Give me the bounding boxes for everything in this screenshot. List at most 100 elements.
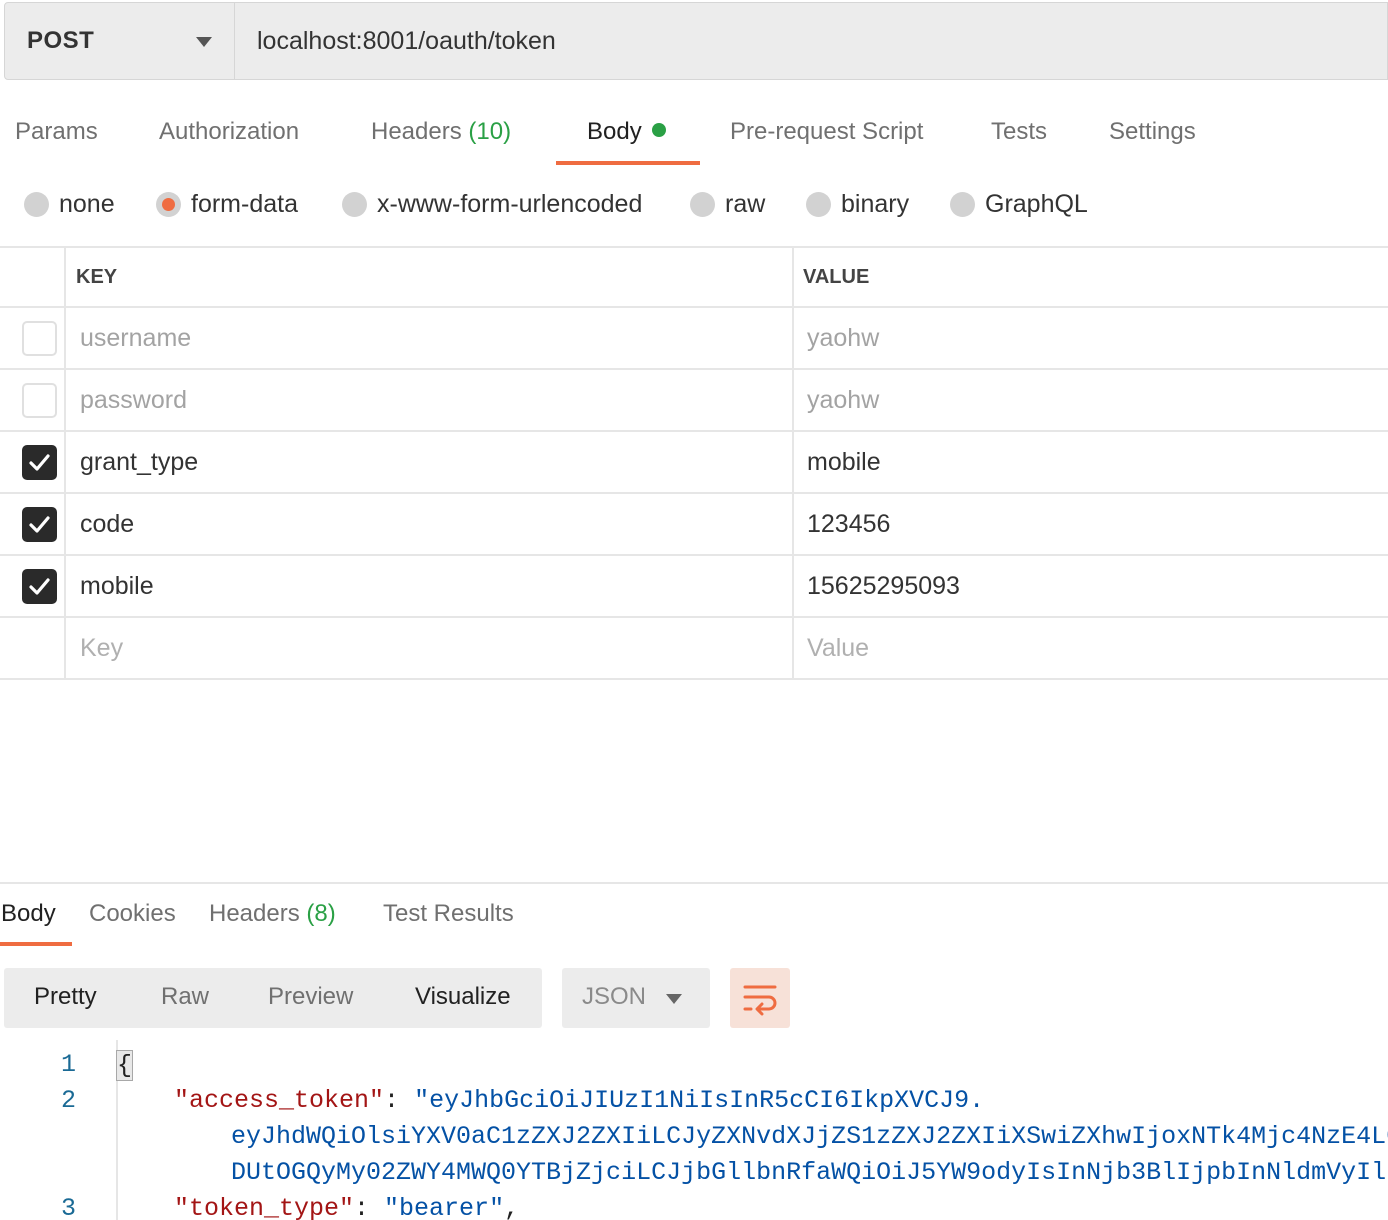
tab-body[interactable]: Body	[587, 118, 666, 146]
row-check-cell	[0, 618, 66, 678]
method-label: POST	[27, 27, 95, 54]
table-row: mobile 15625295093	[0, 556, 1388, 618]
value-input[interactable]: 123456	[794, 494, 1388, 554]
key-input[interactable]: mobile	[66, 556, 794, 616]
response-active-tab-indicator	[0, 942, 72, 946]
format-select[interactable]: JSON	[562, 968, 710, 1028]
row-check-cell	[0, 308, 66, 368]
table-row: password yaohw	[0, 370, 1388, 432]
json-string-continuation: DUtOGQyMy02ZWY4MWQ0YTBjZjciLCJjbGllbnRfa…	[231, 1158, 1388, 1187]
new-value-input[interactable]: Value	[794, 618, 1388, 678]
value-input[interactable]: yaohw	[794, 308, 1388, 368]
line-number: 2	[60, 1086, 76, 1115]
response-tab-body[interactable]: Body	[1, 900, 56, 928]
radio-form-data[interactable]: form-data	[156, 190, 298, 219]
new-key-input[interactable]: Key	[66, 618, 794, 678]
view-mode-group: Pretty Raw Preview Visualize	[4, 968, 542, 1028]
tab-pre-request-script[interactable]: Pre-request Script	[730, 118, 923, 146]
line-number: 3	[60, 1194, 76, 1220]
key-input[interactable]: code	[66, 494, 794, 554]
header-check-cell	[0, 248, 66, 306]
tab-label: Headers	[209, 900, 300, 927]
radio-circle-icon	[690, 192, 715, 217]
json-key: "token_type"	[174, 1194, 355, 1220]
tab-label: Pre-request Script	[730, 118, 924, 145]
form-data-table: KEY VALUE username yaohw password yaohw …	[0, 246, 1388, 680]
radio-none[interactable]: none	[24, 190, 115, 219]
value-input[interactable]: yaohw	[794, 370, 1388, 430]
json-key: "access_token"	[174, 1086, 385, 1115]
table-header-row: KEY VALUE	[0, 246, 1388, 308]
table-row: username yaohw	[0, 308, 1388, 370]
key-input[interactable]: username	[66, 308, 794, 368]
radio-circle-icon	[24, 192, 49, 217]
active-tab-indicator	[556, 161, 700, 165]
chevron-down-icon	[666, 994, 682, 1004]
row-check-cell	[0, 494, 66, 554]
value-input[interactable]: mobile	[794, 432, 1388, 492]
line-number: 1	[60, 1050, 76, 1079]
request-url-bar: POST localhost:8001/oauth/token	[4, 2, 1388, 80]
radio-label: none	[59, 190, 115, 218]
json-string: "bearer"	[384, 1194, 505, 1220]
tab-label: Test Results	[383, 900, 514, 927]
wrap-lines-icon	[743, 985, 777, 1016]
radio-label: GraphQL	[985, 190, 1088, 218]
key-input[interactable]: password	[66, 370, 794, 430]
tab-authorization[interactable]: Authorization	[159, 118, 299, 146]
view-preview-button[interactable]: Preview	[268, 983, 353, 1011]
request-tabs: Params Authorization Headers (10) Body P…	[0, 104, 1388, 166]
radio-x-www-form-urlencoded[interactable]: x-www-form-urlencoded	[342, 190, 642, 219]
tab-label: Headers	[371, 118, 462, 145]
tab-tests[interactable]: Tests	[991, 118, 1047, 146]
code-line-access-token: "access_token": "eyJhbGciOiJIUzI1NiIsInR…	[174, 1086, 985, 1115]
url-input[interactable]: localhost:8001/oauth/token	[235, 3, 1387, 79]
tab-settings[interactable]: Settings	[1109, 118, 1196, 146]
chevron-down-icon	[196, 37, 212, 47]
row-check-cell	[0, 432, 66, 492]
tab-label: Settings	[1109, 118, 1196, 145]
tab-label: Tests	[991, 118, 1048, 145]
row-checkbox[interactable]	[22, 569, 57, 604]
view-raw-button[interactable]: Raw	[161, 983, 209, 1011]
view-pretty-button[interactable]: Pretty	[34, 983, 97, 1011]
tab-label: Body	[587, 118, 642, 145]
row-checkbox[interactable]	[22, 445, 57, 480]
table-row: code 123456	[0, 494, 1388, 556]
radio-label: x-www-form-urlencoded	[377, 190, 643, 218]
wrap-lines-button[interactable]	[730, 968, 790, 1028]
json-string-continuation: eyJhdWQiOlsiYXV0aC1zZXJ2ZXIiLCJyZXNvdXJj…	[231, 1122, 1388, 1151]
table-row-new: Key Value	[0, 618, 1388, 680]
response-tab-cookies[interactable]: Cookies	[89, 900, 176, 928]
format-label: JSON	[582, 983, 647, 1010]
response-tab-headers[interactable]: Headers (8)	[209, 900, 336, 928]
method-select[interactable]: POST	[5, 3, 235, 79]
json-string: "eyJhbGciOiJIUzI1NiIsInR5cCI6IkpXVCJ9.	[414, 1086, 985, 1115]
radio-checked-icon	[156, 192, 181, 217]
response-headers-count-badge: (8)	[306, 900, 336, 927]
radio-graphql[interactable]: GraphQL	[950, 190, 1088, 219]
radio-circle-icon	[806, 192, 831, 217]
key-input[interactable]: grant_type	[66, 432, 794, 492]
tab-headers[interactable]: Headers (10)	[371, 118, 511, 146]
radio-raw[interactable]: raw	[690, 190, 765, 219]
radio-binary[interactable]: binary	[806, 190, 909, 219]
row-checkbox[interactable]	[22, 507, 57, 542]
row-check-cell	[0, 370, 66, 430]
row-checkbox[interactable]	[22, 383, 57, 418]
column-header-value: VALUE	[803, 265, 870, 288]
tab-params[interactable]: Params	[15, 118, 98, 146]
radio-circle-icon	[342, 192, 367, 217]
radio-label: binary	[841, 190, 910, 218]
body-type-radio-group: none form-data x-www-form-urlencoded raw…	[0, 186, 1388, 230]
response-divider	[0, 882, 1388, 884]
view-visualize-button[interactable]: Visualize	[415, 983, 511, 1011]
response-tab-test-results[interactable]: Test Results	[383, 900, 514, 928]
check-icon	[29, 578, 50, 595]
row-checkbox[interactable]	[22, 321, 57, 356]
tab-label: Authorization	[159, 118, 300, 145]
tab-label: Params	[15, 118, 98, 145]
radio-label: raw	[725, 190, 766, 218]
table-row: grant_type mobile	[0, 432, 1388, 494]
value-input[interactable]: 15625295093	[794, 556, 1388, 616]
